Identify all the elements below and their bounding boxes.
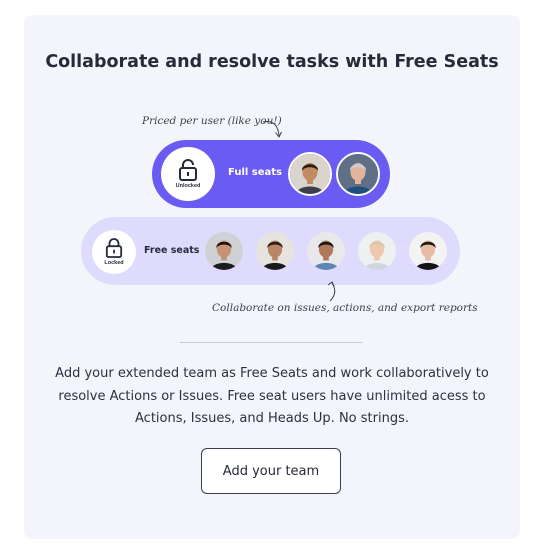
full-seats-pill: Unlocked Full seats bbox=[152, 140, 390, 208]
divider bbox=[180, 342, 362, 343]
woman-hair-bun-avatar bbox=[409, 232, 447, 270]
worker-helmet-avatar bbox=[336, 152, 380, 196]
page-title: Collaborate and resolve tasks with Free … bbox=[45, 52, 499, 72]
unlocked-badge: Unlocked bbox=[161, 147, 215, 201]
locked-badge: Locked bbox=[92, 230, 136, 274]
older-woman-avatar bbox=[358, 232, 396, 270]
priced-note: Priced per user (like you!) bbox=[142, 115, 282, 127]
locked-padlock-icon bbox=[105, 238, 123, 258]
unlocked-label: Unlocked bbox=[175, 183, 201, 189]
description: Add your extended team as Free Seats and… bbox=[55, 366, 489, 426]
full-seats-label: Full seats bbox=[228, 167, 283, 178]
unlocked-padlock-icon bbox=[179, 159, 197, 181]
man-beard-avatar bbox=[288, 152, 332, 196]
collaborate-arrow-icon bbox=[327, 281, 336, 302]
man-smiling-avatar bbox=[256, 232, 294, 270]
woman-dark-hair-avatar bbox=[205, 232, 243, 270]
man-glasses-avatar bbox=[307, 232, 345, 270]
locked-label: Locked bbox=[104, 260, 124, 266]
priced-arrow-icon bbox=[262, 121, 282, 138]
add-team-button[interactable]: Add your team bbox=[201, 448, 341, 494]
collaborate-note: Collaborate on issues, actions, and expo… bbox=[212, 302, 478, 314]
free-seats-label: Free seats bbox=[144, 245, 200, 256]
promo-card: Collaborate and resolve tasks with Free … bbox=[24, 15, 520, 539]
free-seats-pill: Locked Free seats bbox=[81, 217, 460, 285]
